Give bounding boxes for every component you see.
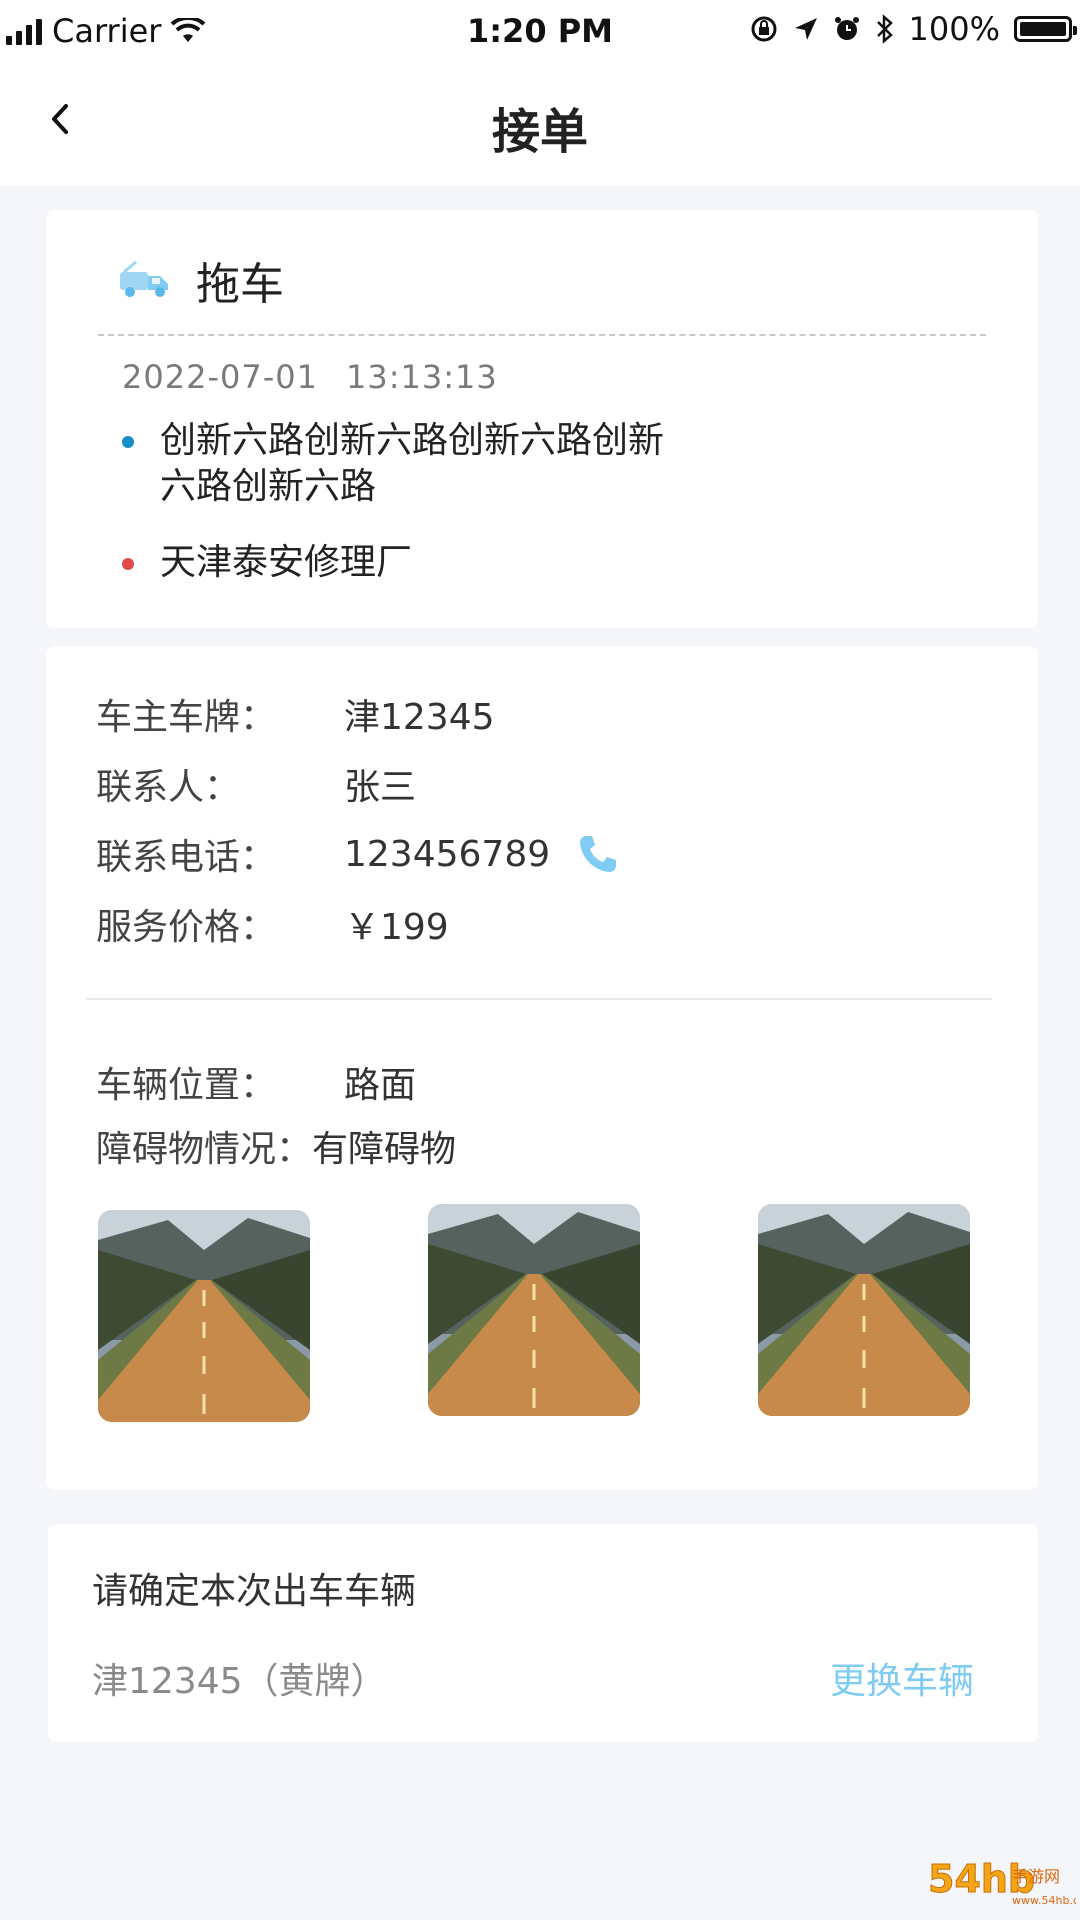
photo-thumbnail[interactable]	[758, 1204, 970, 1416]
contact-value: 张三	[344, 767, 417, 808]
end-address: 天津泰安修理厂	[160, 542, 413, 583]
photo-thumbnail[interactable]	[98, 1210, 310, 1422]
price-label: 服务价格：	[96, 907, 277, 948]
order-card: 拖车 2022-07-01 13:13:13 创新六路创新六路创新六路创新六路创新…	[46, 210, 1038, 628]
order-date: 2022-07-01	[122, 358, 318, 396]
vehicle-plate: 津12345（黄牌）	[92, 1661, 387, 1702]
phone-value[interactable]: 123456789	[344, 834, 550, 875]
detail-card: 车主车牌： 津12345 联系人： 张三 联系电话： 123456789 服务价…	[46, 646, 1038, 1490]
location-label: 车辆位置：	[96, 1065, 277, 1106]
start-dot-icon	[122, 436, 134, 448]
plate-value: 津12345	[344, 697, 495, 738]
price-value: ￥199	[344, 907, 449, 948]
battery-percent: 100%	[908, 10, 1000, 48]
change-vehicle-button[interactable]: 更换车辆	[830, 1652, 974, 1704]
vehicle-title: 请确定本次出车车辆	[92, 1571, 417, 1612]
location-row: 车辆位置： 路面	[96, 1056, 416, 1108]
start-address-row: 创新六路创新六路创新六路创新六路创新六路	[122, 418, 682, 510]
bluetooth-icon	[876, 14, 893, 44]
plate-row: 车主车牌： 津12345	[96, 688, 495, 740]
phone-row: 联系电话： 123456789	[96, 828, 620, 880]
contact-row: 联系人： 张三	[96, 758, 416, 810]
svg-text:www.54hb.cn: www.54hb.cn	[1012, 1894, 1076, 1907]
plate-label: 车主车牌：	[96, 697, 277, 738]
location-value: 路面	[344, 1065, 417, 1106]
section-divider	[86, 998, 992, 1000]
vehicle-card: 请确定本次出车车辆 津12345（黄牌） 更换车辆	[48, 1524, 1038, 1742]
contact-label: 联系人：	[96, 767, 241, 808]
page-title: 接单	[491, 104, 588, 160]
battery-icon	[1014, 16, 1077, 42]
phone-label: 联系电话：	[96, 837, 277, 878]
obstacle-label: 障碍物情况：	[96, 1129, 313, 1170]
dashed-divider	[98, 334, 986, 336]
obstacle-row: 障碍物情况： 有障碍物	[96, 1120, 456, 1172]
order-time: 13:13:13	[345, 358, 498, 396]
nav-bar: 接单	[0, 64, 1080, 186]
end-address-row: 天津泰安修理厂	[122, 540, 412, 586]
phone-icon[interactable]	[576, 832, 620, 876]
start-address: 创新六路创新六路创新六路创新六路创新六路	[160, 420, 665, 507]
tow-truck-icon	[120, 260, 168, 297]
order-datetime: 2022-07-01 13:13:13	[122, 358, 498, 396]
status-bar: Carrier 1:20 PM 100%	[0, 0, 1080, 64]
end-dot-icon	[122, 558, 134, 570]
service-row: 拖车	[118, 248, 284, 312]
alarm-icon	[834, 17, 859, 40]
price-row: 服务价格： ￥199	[96, 898, 449, 950]
obstacle-value: 有障碍物	[312, 1129, 457, 1170]
rotation-lock-icon	[751, 16, 777, 42]
service-name: 拖车	[196, 259, 284, 310]
watermark-logo: 54hb 手游网 www.54hb.cn	[928, 1857, 1077, 1908]
svg-text:手游网: 手游网	[1012, 1867, 1060, 1886]
status-right: 100%	[749, 10, 1077, 48]
photo-thumbnail[interactable]	[428, 1204, 640, 1416]
location-arrow-icon	[794, 18, 817, 40]
